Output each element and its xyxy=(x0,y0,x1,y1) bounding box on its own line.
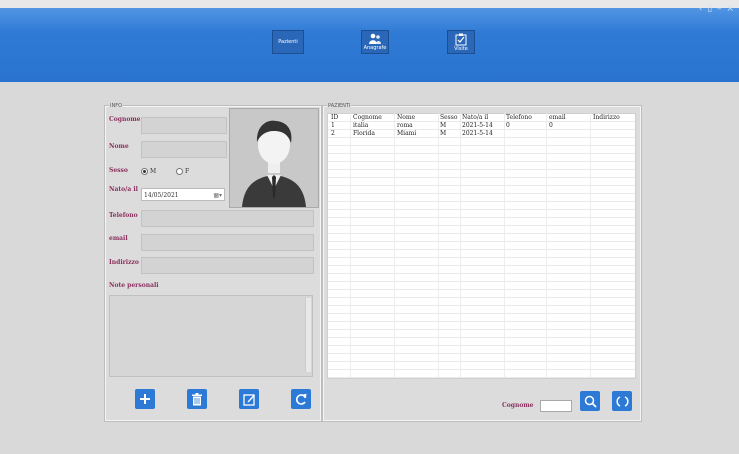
search-icon xyxy=(584,395,597,408)
search-cognome-input[interactable] xyxy=(540,400,572,412)
table-cell[interactable]: M xyxy=(440,122,446,129)
table-cell[interactable]: 2021-5-14 xyxy=(462,130,493,137)
table-cell[interactable]: Miami xyxy=(397,130,416,137)
delete-button[interactable] xyxy=(187,389,207,409)
table-cell[interactable]: Florida xyxy=(353,130,375,137)
window-controls[interactable]: ‹ ▯ – × xyxy=(699,4,735,14)
reset-icon xyxy=(615,395,629,407)
column-divider xyxy=(438,113,439,377)
sesso-f-radio[interactable]: F xyxy=(176,168,189,175)
column-header-telefono[interactable]: Telefono xyxy=(506,114,532,121)
telefono-input[interactable] xyxy=(141,210,314,227)
toolbar-pazienti-label: Pazienti xyxy=(278,39,298,45)
search-button[interactable] xyxy=(580,391,600,411)
nato-label: Nato/a il xyxy=(109,186,138,193)
column-divider xyxy=(460,113,461,377)
toolbar-visite-label: Visite xyxy=(454,45,468,52)
table-cell[interactable]: 2 xyxy=(331,130,335,137)
window-titlebar xyxy=(0,0,739,8)
table-cell[interactable]: 1 xyxy=(331,122,335,129)
toolbar-pazienti-button[interactable]: Pazienti xyxy=(272,30,304,54)
email-input[interactable] xyxy=(141,234,314,251)
sesso-m-label: M xyxy=(150,168,157,175)
cognome-label: Cognome xyxy=(109,116,141,123)
cognome-input[interactable] xyxy=(141,117,227,134)
radio-dot-icon xyxy=(176,168,183,175)
sesso-label: Sesso xyxy=(109,167,128,174)
search-cognome-label: Cognome xyxy=(502,402,534,409)
column-divider xyxy=(546,113,547,377)
info-group-title: INFO xyxy=(109,103,124,109)
edit-button[interactable] xyxy=(239,389,259,409)
sesso-m-radio[interactable]: M xyxy=(141,168,156,175)
column-divider xyxy=(504,113,505,377)
patients-group-title: PAZIENTI xyxy=(327,103,352,109)
column-header-cognome[interactable]: Cognome xyxy=(353,114,382,121)
column-header-nato[interactable]: Nato/a il xyxy=(462,114,488,121)
table-cell[interactable]: M xyxy=(440,130,446,137)
birth-date-value: 14/05/2021 xyxy=(144,192,179,199)
users-icon xyxy=(369,33,381,44)
add-button[interactable] xyxy=(135,389,155,409)
column-divider xyxy=(590,113,591,377)
nome-label: Nome xyxy=(109,143,129,150)
column-header-nome[interactable]: Nome xyxy=(397,114,415,121)
note-textarea[interactable] xyxy=(109,295,313,377)
column-header-email[interactable]: email xyxy=(549,114,566,121)
refresh-icon xyxy=(295,393,306,405)
email-label: email xyxy=(109,235,128,242)
clipboard-check-icon xyxy=(455,33,467,45)
column-header-indirizzo[interactable]: Indirizzo xyxy=(593,114,620,121)
indirizzo-label: Indirizzo xyxy=(109,259,139,266)
toolbar-anagrafe-button[interactable]: Anagrafe xyxy=(361,30,389,54)
person-silhouette-icon xyxy=(230,109,318,207)
toolbar-visite-button[interactable]: Visite xyxy=(447,30,475,54)
plus-icon xyxy=(140,394,150,404)
patient-photo xyxy=(229,108,319,208)
sesso-f-label: F xyxy=(185,168,190,175)
indirizzo-input[interactable] xyxy=(141,257,314,274)
radio-dot-icon xyxy=(141,168,148,175)
table-cell[interactable]: 2021-5-14 xyxy=(462,122,493,129)
nome-input[interactable] xyxy=(141,141,227,158)
trash-icon xyxy=(192,392,202,405)
note-scrollbar[interactable] xyxy=(305,298,311,372)
table-cell[interactable]: 0 xyxy=(506,122,510,129)
table-cell[interactable]: roma xyxy=(397,122,413,129)
column-header-id[interactable]: ID xyxy=(331,114,338,121)
column-divider xyxy=(350,113,351,377)
refresh-button[interactable] xyxy=(291,389,311,409)
reset-search-button[interactable] xyxy=(612,391,632,411)
telefono-label: Telefono xyxy=(109,212,138,219)
table-cell[interactable]: 0 xyxy=(549,122,553,129)
column-divider xyxy=(394,113,395,377)
table-cell[interactable]: italia xyxy=(353,122,368,129)
note-label: Note personali xyxy=(109,282,159,289)
column-header-sesso[interactable]: Sesso xyxy=(440,114,457,121)
birth-date-picker[interactable]: 14/05/2021 ▦▾ xyxy=(141,188,225,201)
toolbar-anagrafe-label: Anagrafe xyxy=(363,45,387,51)
edit-icon xyxy=(242,393,255,406)
calendar-icon[interactable]: ▦▾ xyxy=(213,189,222,202)
